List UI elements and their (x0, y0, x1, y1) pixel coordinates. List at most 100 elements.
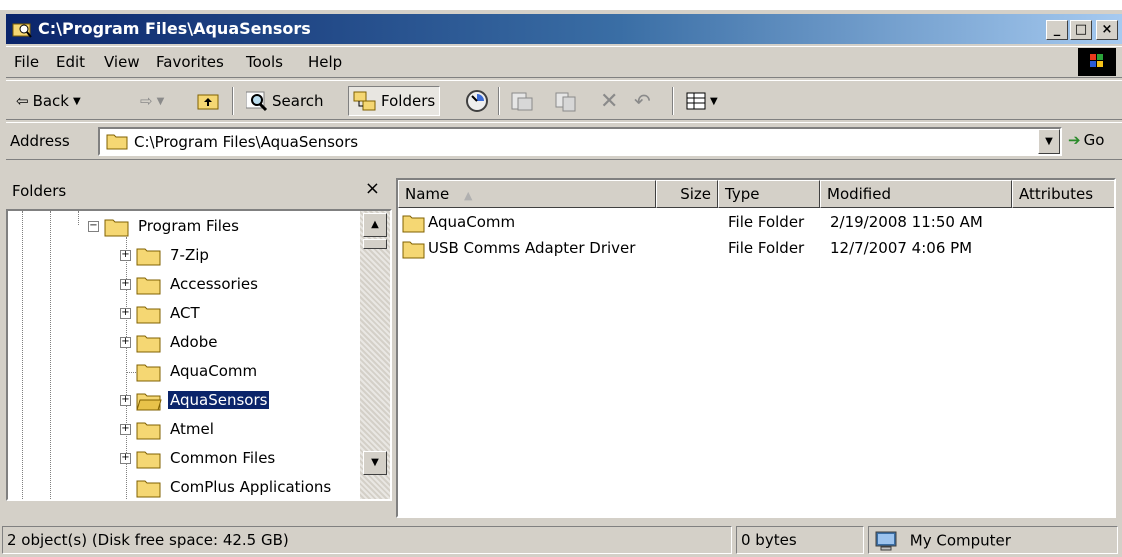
folder-icon (402, 215, 425, 233)
status-size: 0 bytes (736, 526, 864, 554)
column-header-size[interactable]: Size (656, 180, 718, 208)
expand-icon[interactable]: + (120, 424, 131, 435)
delete-button[interactable]: ✕ (596, 86, 622, 116)
close-button[interactable]: × (1096, 20, 1118, 40)
address-label: Address (10, 132, 70, 150)
undo-icon: ↶ (634, 89, 651, 113)
file-modified: 12/7/2007 4:06 PM (830, 239, 973, 257)
tree-item-atmel[interactable]: + Atmel (8, 416, 358, 445)
address-input[interactable]: C:\Program Files\AquaSensors ▼ (98, 127, 1062, 156)
folder-icon (106, 134, 128, 150)
menu-help[interactable]: Help (308, 53, 342, 71)
menu-edit[interactable]: Edit (56, 53, 85, 71)
forward-button[interactable]: ⇨ ▼ (136, 86, 168, 116)
scroll-down-button[interactable]: ▼ (363, 451, 387, 475)
scroll-up-button[interactable]: ▲ (363, 213, 387, 237)
tree-item-label: ACT (170, 304, 200, 322)
my-computer-icon (875, 531, 897, 551)
menu-tools[interactable]: Tools (246, 53, 283, 71)
back-button[interactable]: ⇦ Back ▼ (12, 86, 85, 116)
up-folder-icon (197, 94, 219, 110)
expand-icon[interactable]: + (120, 308, 131, 319)
tree-item-aquasensors[interactable]: + AquaSensors (8, 387, 358, 416)
tree-item-adobe[interactable]: + Adobe (8, 329, 358, 358)
explorer-folder-icon (12, 23, 32, 38)
folder-icon (136, 277, 161, 295)
menu-favorites[interactable]: Favorites (156, 53, 224, 71)
minimize-button[interactable]: _ (1046, 20, 1068, 40)
tree-item-complus-applications[interactable]: ComPlus Applications (8, 474, 358, 499)
history-button[interactable] (460, 86, 494, 116)
tree-item-7-zip[interactable]: + 7-Zip (8, 242, 358, 271)
tree-item-aquacomm[interactable]: AquaComm (8, 358, 358, 387)
folder-icon (136, 306, 161, 324)
tree-item-label: 7-Zip (170, 246, 209, 264)
tree-item-common-files[interactable]: + Common Files (8, 445, 358, 474)
column-header-attributes[interactable]: Attributes (1012, 180, 1114, 208)
move-to-button[interactable] (506, 86, 538, 116)
views-dropdown-icon: ▼ (710, 95, 718, 107)
toolbar-separator (232, 87, 234, 115)
menu-view[interactable]: View (104, 53, 140, 71)
folder-icon (136, 480, 161, 498)
file-list[interactable]: Name ▲ Size Type Modified Attributes Aqu… (396, 178, 1116, 518)
views-icon (686, 92, 706, 110)
folders-label: Folders (381, 92, 436, 110)
file-modified: 2/19/2008 11:50 AM (830, 213, 983, 231)
address-dropdown-button[interactable]: ▼ (1038, 129, 1060, 154)
tree-item-accessories[interactable]: + Accessories (8, 271, 358, 300)
tree-item-label: Common Files (170, 449, 276, 467)
tree-item-act[interactable]: + ACT (8, 300, 358, 329)
views-button[interactable]: ▼ (682, 86, 722, 116)
folders-button[interactable]: Folders (348, 86, 441, 116)
sort-ascending-icon: ▲ (464, 189, 473, 202)
folder-tree-vertical-scrollbar[interactable]: ▲ ▼ (360, 211, 390, 499)
forward-dropdown-icon: ▼ (156, 95, 165, 107)
window-title: C:\Program Files\AquaSensors (38, 19, 311, 38)
tree-item-label: Adobe (170, 333, 218, 351)
file-row[interactable]: USB Comms Adapter Driver File Folder 12/… (398, 236, 1114, 262)
tree-item-program-files[interactable]: − Program Files (8, 213, 358, 242)
expand-icon[interactable]: + (120, 453, 131, 464)
folder-icon (136, 335, 161, 353)
tree-item-label: Atmel (170, 420, 214, 438)
maximize-button[interactable]: □ (1070, 20, 1092, 40)
menu-file[interactable]: File (14, 53, 39, 71)
expand-icon[interactable]: + (120, 279, 131, 290)
search-button[interactable]: Search (242, 86, 328, 116)
go-label: Go (1083, 131, 1105, 149)
file-type: File Folder (728, 213, 805, 231)
folders-pane-header: Folders × (6, 175, 392, 207)
delete-icon: ✕ (600, 88, 619, 114)
go-arrow-icon: ➔ (1068, 131, 1081, 149)
tree-guide-line (126, 372, 136, 373)
expand-icon[interactable]: + (120, 337, 131, 348)
history-icon (466, 90, 488, 112)
close-icon[interactable]: × (365, 178, 380, 199)
back-dropdown-icon[interactable]: ▼ (73, 96, 81, 107)
title-bar[interactable]: C:\Program Files\AquaSensors _ □ × (6, 14, 1122, 44)
copy-to-button[interactable] (550, 86, 582, 116)
column-header-type[interactable]: Type (718, 180, 820, 208)
go-button[interactable]: ➔ Go (1068, 131, 1104, 149)
expand-icon[interactable]: + (120, 395, 131, 406)
folder-icon (136, 364, 161, 382)
scroll-thumb[interactable] (363, 239, 387, 249)
collapse-icon[interactable]: − (88, 221, 99, 232)
menu-bar: File Edit View Favorites Tools Help (6, 46, 1122, 78)
folder-icon (136, 248, 161, 266)
toolbar-separator (672, 87, 674, 115)
expand-icon[interactable]: + (120, 250, 131, 261)
folder-open-icon (136, 393, 162, 411)
status-zone-label: My Computer (909, 531, 1011, 550)
folder-icon (136, 422, 161, 440)
back-arrow-icon: ⇦ (16, 92, 29, 110)
tree-item-label: Accessories (170, 275, 258, 293)
folder-tree[interactable]: − Program Files + 7-Zip + Accessories + … (6, 209, 392, 501)
column-header-name[interactable]: Name ▲ (398, 180, 656, 208)
file-type: File Folder (728, 239, 805, 257)
column-header-modified[interactable]: Modified (820, 180, 1012, 208)
file-row[interactable]: AquaComm File Folder 2/19/2008 11:50 AM (398, 210, 1114, 236)
undo-button[interactable]: ↶ (630, 86, 655, 116)
up-folder-button[interactable] (192, 86, 224, 116)
